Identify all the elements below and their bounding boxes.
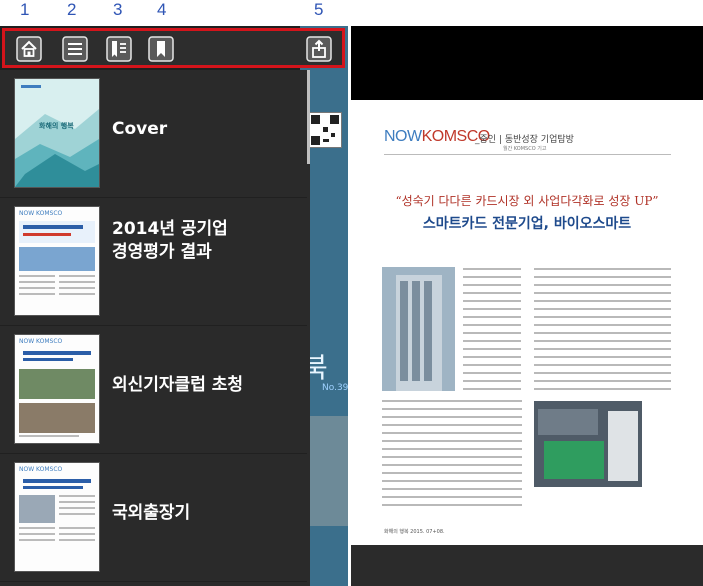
article-headline: 스마트카드 전문기업, 바이오스마트	[422, 216, 632, 232]
cover-thumbnail: 화해의 행복	[14, 78, 100, 188]
page-footer: 화해의 행복 2015. 07+08.	[384, 529, 445, 535]
callout-3: 3	[113, 0, 123, 19]
contents-item-press-club[interactable]: NOW KOMSCO 외신기자클럽 초청	[0, 326, 307, 454]
reader-screen-page-view: NOWKOMSCO _중인 | 동반성장 기업탐방 월간 KOMSCO 기고 “…	[351, 26, 703, 586]
cover-thumbnail-title: 화해의 행복	[39, 122, 74, 130]
header-rule	[384, 154, 671, 155]
thumbnail-brand: NOW KOMSCO	[19, 210, 63, 217]
thumbnail-brand: NOW KOMSCO	[19, 338, 63, 345]
background-page-issue: No.395	[322, 383, 348, 393]
article-thumbnail: NOW KOMSCO	[14, 206, 100, 316]
drawer-scrollbar[interactable]	[307, 70, 310, 164]
header-subtitle: 월간 KOMSCO 기고	[503, 146, 547, 152]
reader-screen-with-contents-drawer: 북 No.395	[0, 26, 348, 586]
contents-item-label: 국외출장기	[112, 503, 191, 523]
article-text-column-3	[382, 400, 522, 512]
bottom-bar	[351, 545, 703, 586]
thumbnail-brand: NOW KOMSCO	[19, 466, 63, 473]
callout-number-row: 1 2 3 4 5	[0, 0, 703, 22]
contents-item-overseas-trip[interactable]: NOW KOMSCO 국외출장기	[0, 454, 307, 582]
contents-item-label: 2014년 공기업 경영평가 결과	[112, 219, 228, 262]
factory-photo	[534, 401, 642, 487]
share-icon[interactable]	[305, 35, 333, 63]
contents-drawer: 화해의 행복 Cover NOW KOMSCO 2014년 공기업 경영평가 결…	[0, 70, 310, 586]
callout-2: 2	[67, 0, 77, 19]
reader-toolbar	[2, 28, 345, 68]
home-icon[interactable]	[15, 35, 43, 63]
article-quote: “성숙기 다다른 카드시장 외 사업다각화로 성장 UP”	[395, 194, 659, 208]
list-icon[interactable]	[61, 35, 89, 63]
callout-4: 4	[157, 0, 167, 19]
callout-5: 5	[314, 0, 324, 19]
article-thumbnail: NOW KOMSCO	[14, 462, 100, 572]
contents-item-cover[interactable]: 화해의 행복 Cover	[0, 70, 307, 198]
contents-item-evaluation[interactable]: NOW KOMSCO 2014년 공기업 경영평가 결과	[0, 198, 307, 326]
header-section: _중인 | 동반성장 기업탐방	[475, 135, 574, 145]
building-photo	[382, 267, 455, 391]
contents-item-label: Cover	[112, 119, 168, 139]
qr-code	[308, 112, 342, 148]
callout-1: 1	[20, 0, 30, 19]
header-brand: NOWKOMSCO	[384, 128, 490, 145]
article-thumbnail: NOW KOMSCO	[14, 334, 100, 444]
magazine-page[interactable]: NOWKOMSCO _중인 | 동반성장 기업탐방 월간 KOMSCO 기고 “…	[351, 100, 703, 545]
bookmark-icon[interactable]	[147, 35, 175, 63]
article-text-column-1	[463, 268, 521, 396]
page-index-icon[interactable]	[105, 35, 133, 63]
article-text-column-2	[534, 268, 671, 396]
contents-item-label: 외신기자클럽 초청	[112, 375, 244, 395]
